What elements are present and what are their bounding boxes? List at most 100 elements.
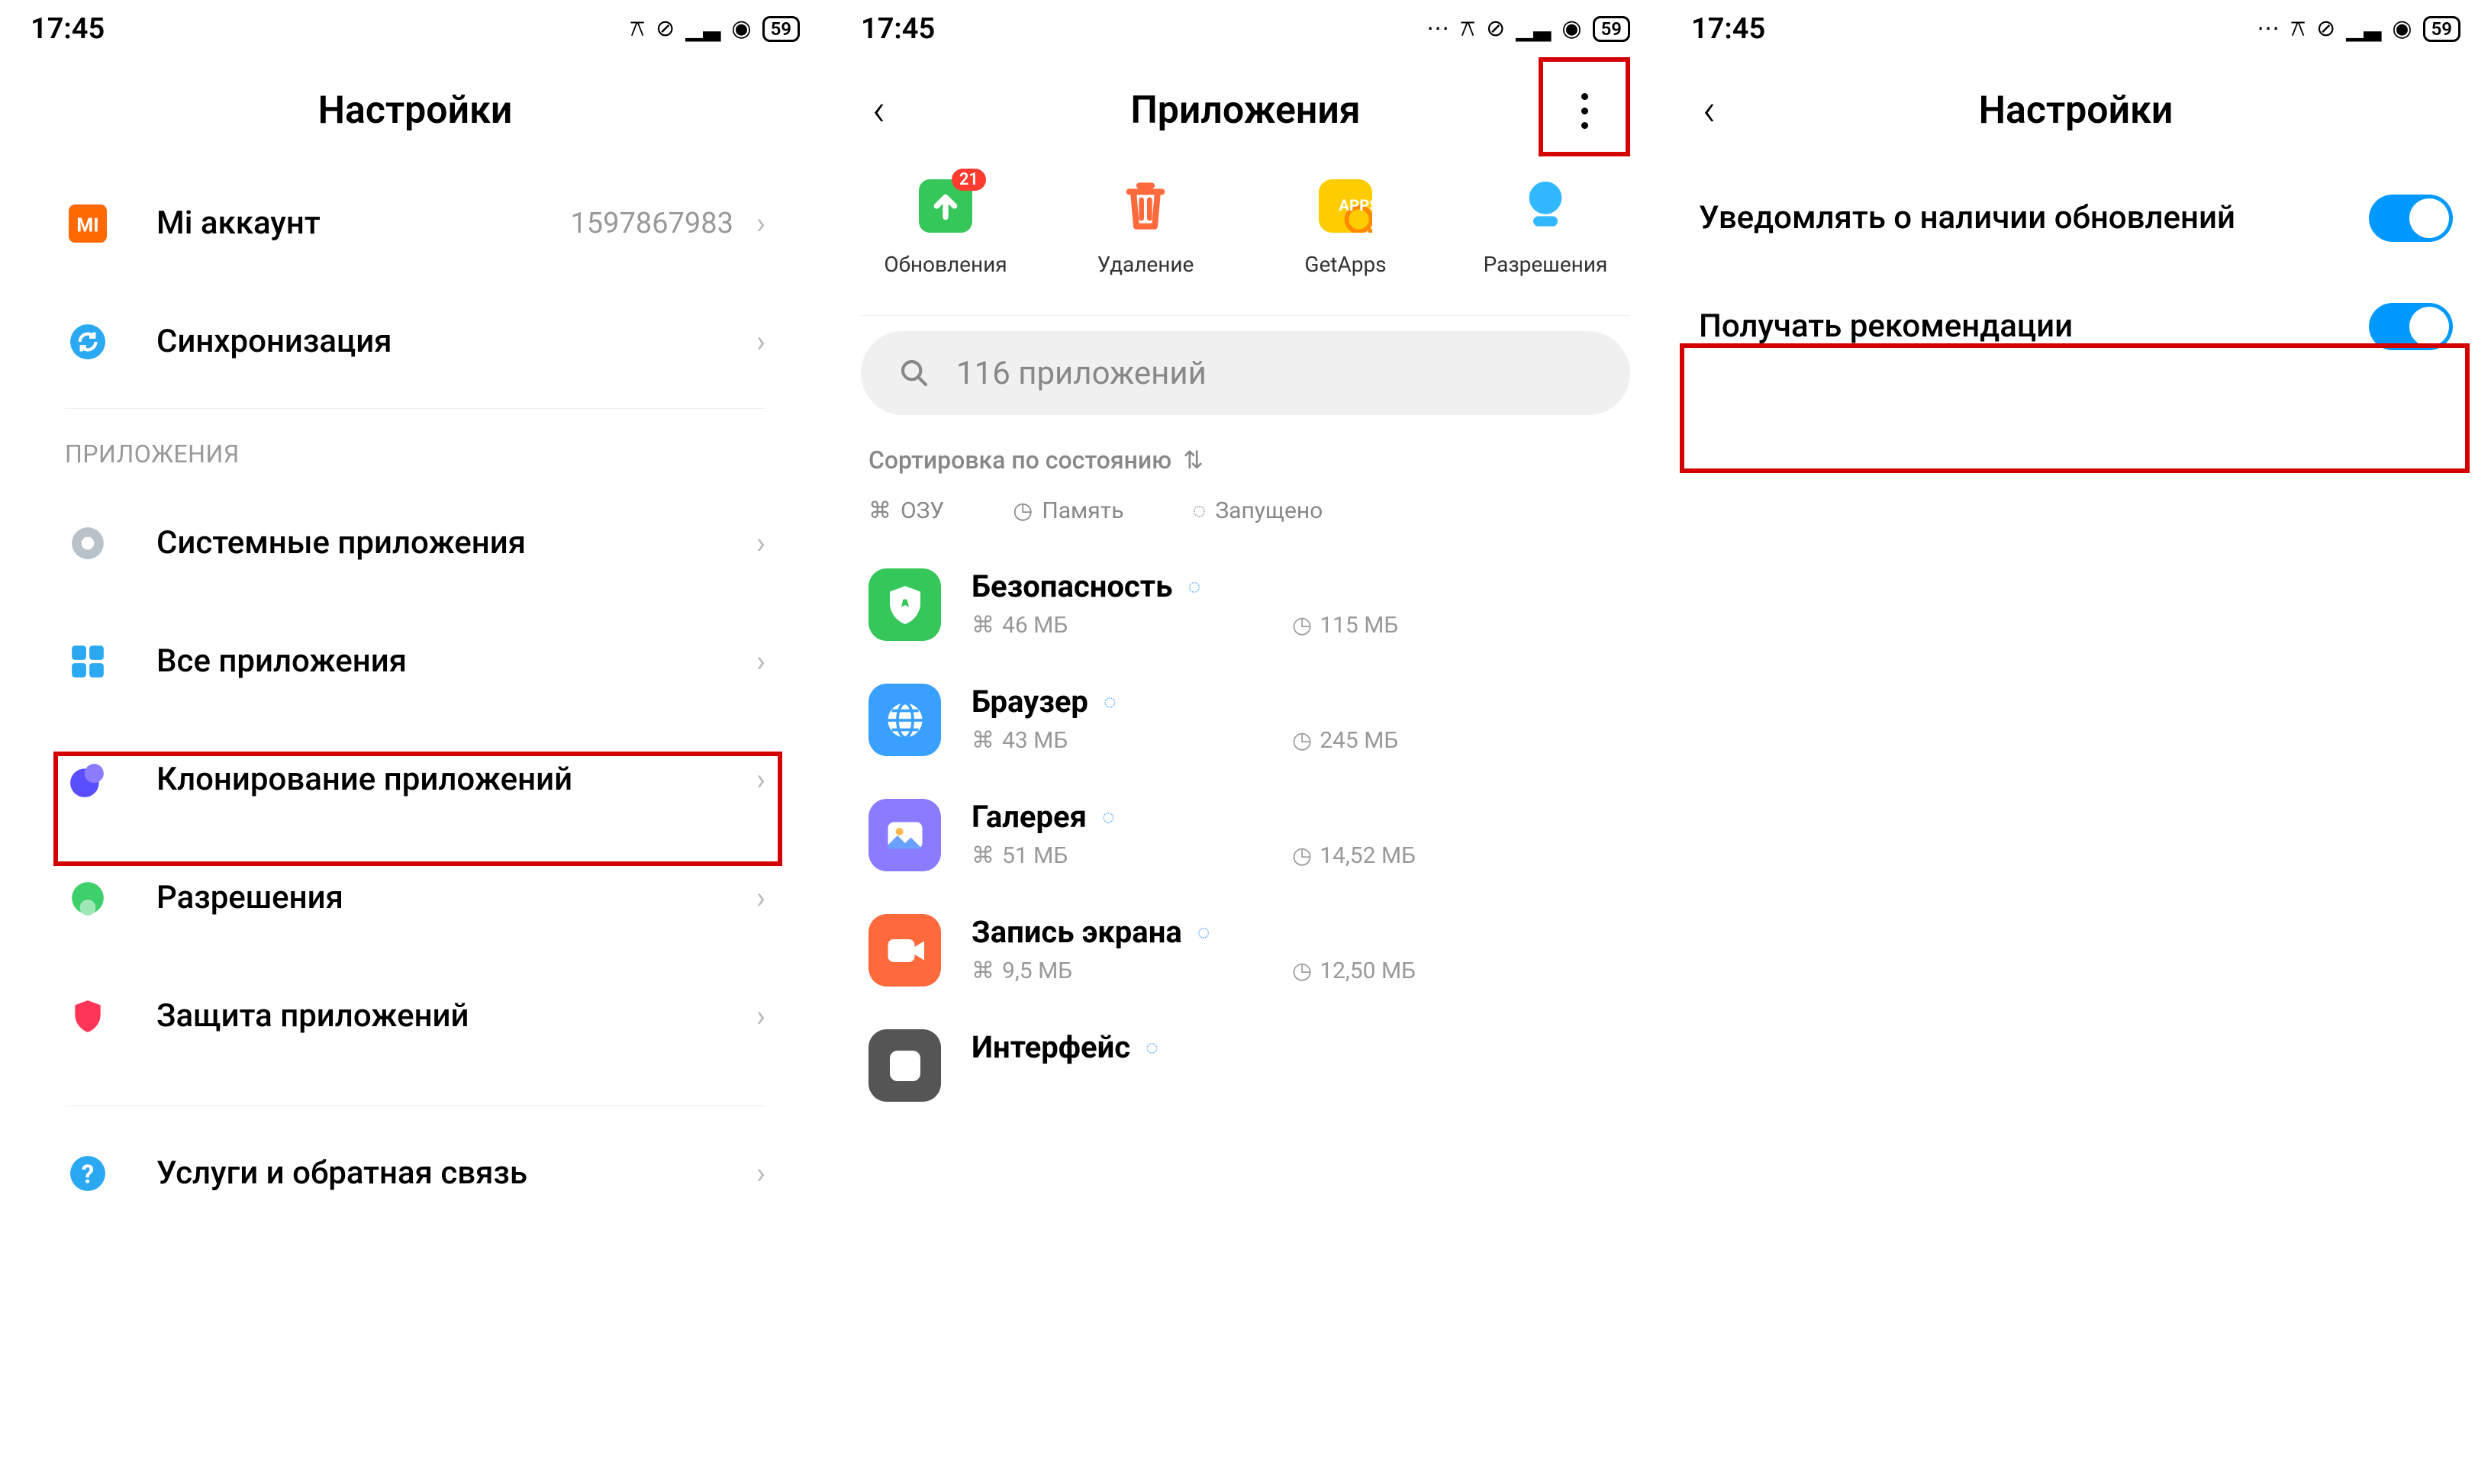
shortcut-label: GetApps — [1304, 252, 1386, 277]
app-meta: Браузер◌ ⌘43 МБ◷245 МБ — [972, 684, 1623, 754]
dnd-icon: ⊘ — [2316, 15, 2335, 42]
toggle-notify-updates[interactable]: Уведомлять о наличии обновлений — [1661, 164, 2491, 272]
row-clone-apps[interactable]: Клонирование приложений › — [0, 720, 830, 839]
gear-icon — [65, 520, 111, 566]
search-placeholder: 116 приложений — [956, 355, 1207, 392]
updates-icon: 21 — [919, 179, 972, 233]
app-item[interactable]: Браузер◌ ⌘43 МБ◷245 МБ — [861, 662, 1630, 777]
help-icon: ? — [65, 1151, 111, 1196]
search-input[interactable]: 116 приложений — [861, 331, 1630, 415]
loading-spinner-icon: ◌ — [1188, 574, 1201, 599]
app-icon — [868, 568, 941, 641]
app-item[interactable]: Интерфейс◌ — [861, 1008, 1630, 1123]
row-support[interactable]: ? Услуги и обратная связь › — [0, 1114, 830, 1232]
bluetooth-icon: ⚻ — [630, 15, 645, 42]
svg-text:MI: MI — [76, 214, 98, 237]
toggle-recommendations[interactable]: Получать рекомендации — [1661, 272, 2491, 381]
screen-settings: 17:45 ⚻ ⊘ ▁▃ ◉ 59 Настройки MI Mi аккаун… — [0, 0, 830, 1484]
app-item[interactable]: Запись экрана◌ ⌘9,5 МБ◷12,50 МБ — [861, 893, 1630, 1008]
shortcut-permissions[interactable]: Разрешения — [1445, 179, 1645, 277]
back-button[interactable]: ‹ — [1703, 85, 1716, 137]
battery-icon: 59 — [1593, 16, 1630, 42]
dnd-icon: ⊘ — [656, 15, 675, 42]
page-title: Настройки — [1979, 89, 2174, 133]
app-list: Безопасность◌ ⌘46 МБ◷115 МБ Браузер◌ ⌘43… — [830, 547, 1661, 1123]
app-meta: Галерея◌ ⌘51 МБ◷14,52 МБ — [972, 799, 1623, 869]
status-time: 17:45 — [861, 12, 935, 46]
toggle-switch[interactable] — [2369, 303, 2453, 350]
app-stats: ⌘9,5 МБ◷12,50 МБ — [972, 958, 1623, 984]
loading-spinner-icon: ◌ — [1146, 1035, 1158, 1060]
app-ram: ⌘43 МБ — [972, 727, 1292, 754]
bluetooth-icon: ⚻ — [2290, 15, 2306, 42]
row-sync[interactable]: Синхронизация › — [0, 282, 830, 401]
status-bar: 17:45 ⚻ ⊘ ▁▃ ◉ 59 — [0, 0, 830, 57]
wifi-icon: ◉ — [2392, 15, 2412, 42]
search-icon — [899, 358, 930, 388]
screen-apps: 17:45 ⋯ ⚻ ⊘ ▁▃ ◉ 59 ‹ Приложения 21 Обно… — [830, 0, 1661, 1484]
permissions-icon — [65, 875, 111, 921]
app-item[interactable]: Галерея◌ ⌘51 МБ◷14,52 МБ — [861, 777, 1630, 893]
shortcut-getapps[interactable]: APPS GetApps — [1246, 179, 1445, 277]
chip-icon: ⌘ — [972, 727, 994, 754]
col-ram: ⌘ОЗУ — [868, 497, 944, 524]
app-item[interactable]: Безопасность◌ ⌘46 МБ◷115 МБ — [861, 547, 1630, 662]
more-menu-button[interactable] — [1550, 72, 1619, 149]
shortcut-uninstall[interactable]: Удаление — [1046, 179, 1246, 277]
bluetooth-icon: ⚻ — [1460, 15, 1475, 42]
updates-badge: 21 — [952, 169, 986, 191]
status-time: 17:45 — [1691, 12, 1765, 46]
clock-icon: ◷ — [1013, 497, 1033, 524]
dnd-icon: ⊘ — [1486, 15, 1505, 42]
row-permissions[interactable]: Разрешения › — [0, 839, 830, 957]
signal-icon: ▁▃ — [1516, 15, 1551, 42]
status-icons: ⚻ ⊘ ▁▃ ◉ 59 — [630, 15, 800, 42]
chevron-right-icon: › — [756, 880, 765, 916]
appbar: Настройки — [0, 57, 830, 164]
app-name: Браузер◌ — [972, 684, 1623, 719]
app-name: Галерея◌ — [972, 799, 1623, 835]
app-icon — [868, 1029, 941, 1102]
col-running: ◌Запущено — [1192, 497, 1323, 524]
row-app-protection[interactable]: Защита приложений › — [0, 957, 830, 1075]
page-title: Приложения — [1130, 89, 1360, 133]
row-label: Mi аккаунт — [156, 204, 570, 242]
battery-icon: 59 — [2423, 16, 2460, 42]
spinner-icon: ◌ — [1192, 497, 1206, 524]
chevron-right-icon: › — [756, 1155, 765, 1191]
shortcut-updates[interactable]: 21 Обновления — [846, 179, 1046, 277]
status-bar: 17:45 ⋯ ⚻ ⊘ ▁▃ ◉ 59 — [830, 0, 1661, 57]
divider — [65, 408, 765, 409]
page-title: Настройки — [318, 89, 513, 133]
loading-spinner-icon: ◌ — [1197, 919, 1210, 945]
row-system-apps[interactable]: Системные приложения › — [0, 484, 830, 602]
toggle-label: Получать рекомендации — [1699, 305, 2338, 349]
clock-icon: ◷ — [1292, 612, 1312, 639]
getapps-icon: APPS — [1319, 179, 1372, 233]
sync-icon — [65, 319, 111, 365]
app-meta: Интерфейс◌ — [972, 1029, 1623, 1073]
clock-icon: ◷ — [1292, 958, 1312, 984]
clone-icon — [65, 757, 111, 803]
row-all-apps[interactable]: Все приложения › — [0, 602, 830, 720]
chevron-right-icon: › — [756, 324, 765, 359]
dots-icon: ⋯ — [1426, 15, 1449, 42]
col-storage: ◷Память — [1013, 497, 1123, 524]
shortcut-label: Удаление — [1097, 252, 1194, 277]
back-button[interactable]: ‹ — [872, 85, 885, 137]
row-mi-account[interactable]: MI Mi аккаунт 1597867983 › — [0, 164, 830, 282]
svg-text:APPS: APPS — [1339, 196, 1372, 214]
battery-icon: 59 — [762, 16, 800, 42]
chip-icon: ⌘ — [972, 842, 994, 869]
loading-spinner-icon: ◌ — [1104, 689, 1117, 714]
signal-icon: ▁▃ — [2346, 15, 2381, 42]
chip-icon: ⌘ — [868, 497, 891, 524]
clock-icon: ◷ — [1292, 842, 1312, 869]
chevron-right-icon: › — [756, 205, 765, 241]
row-label: Все приложения — [156, 642, 756, 680]
chip-icon: ⌘ — [972, 958, 994, 984]
sort-control[interactable]: Сортировка по состоянию ⇅ — [830, 446, 1661, 497]
toggle-switch[interactable] — [2369, 195, 2453, 242]
shortcuts-row: 21 Обновления Удаление APPS GetApps Разр… — [830, 164, 1661, 307]
appbar: ‹ Приложения — [830, 57, 1661, 164]
